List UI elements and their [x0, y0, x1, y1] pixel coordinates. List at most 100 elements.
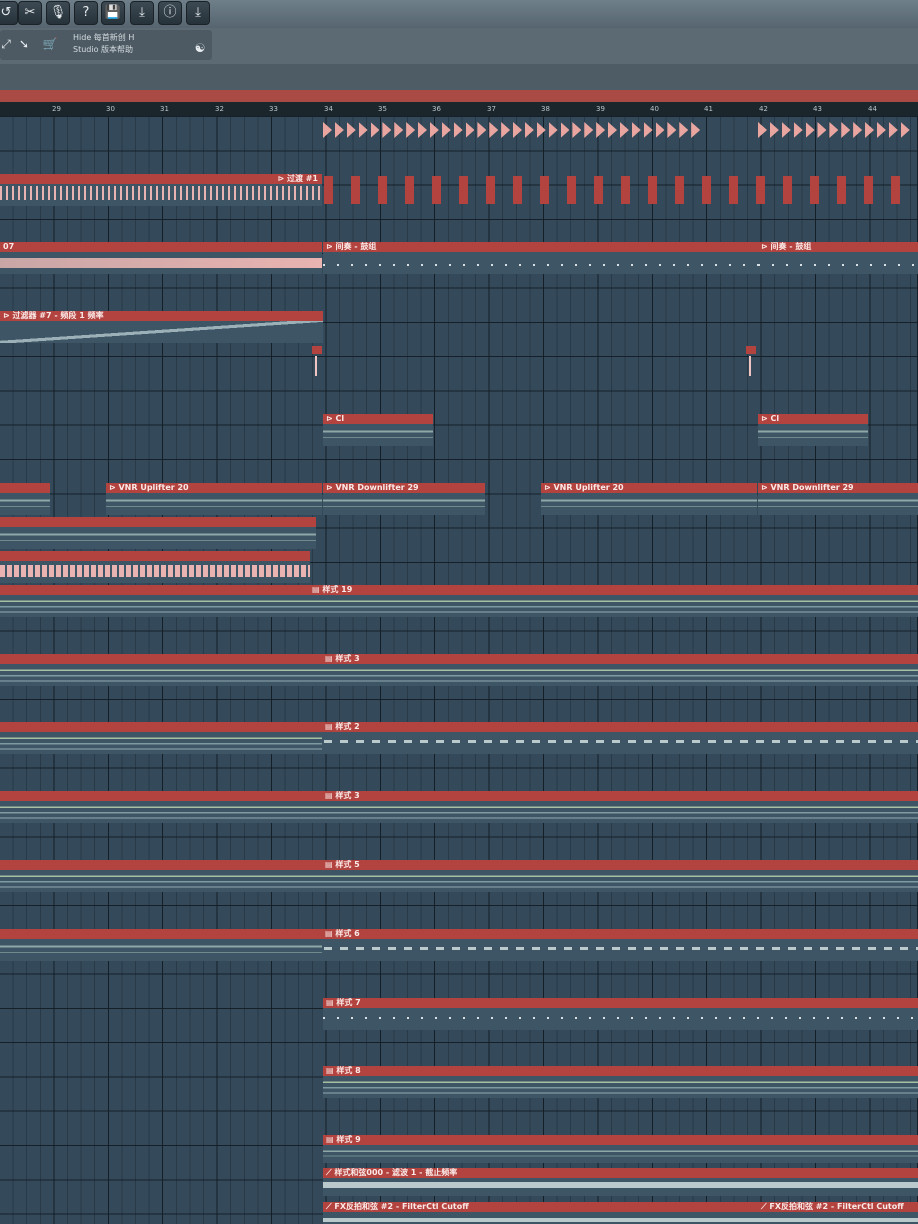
note-marker: [524, 122, 534, 138]
clip-notes: [324, 732, 918, 754]
bar-number: 30: [106, 105, 115, 113]
clip-waveform: [0, 565, 310, 577]
clip-vocal[interactable]: [0, 551, 310, 583]
clip-notes: [0, 870, 918, 892]
clip-envelope: [323, 1182, 918, 1188]
note-marker: [667, 122, 677, 138]
clip-label: ⊳ Cl: [761, 414, 780, 423]
clip-label: ▤ 样式 7: [326, 998, 361, 1007]
arrow-icon[interactable]: ➘: [14, 34, 34, 54]
clip-notes: [0, 664, 918, 686]
clip-notes: [324, 939, 918, 961]
clip-pad[interactable]: [0, 517, 316, 549]
clip-waveform: [758, 493, 918, 515]
clip-pattern-5[interactable]: ▤ 样式 5: [0, 860, 918, 892]
clip-cl[interactable]: ⊳ Cl: [758, 414, 868, 446]
clip-label: ⟋ 样式和弦000 - 滤波 1 - 截止频率: [326, 1168, 458, 1177]
note-marker: [323, 122, 332, 138]
clip-pattern-8[interactable]: ▤ 样式 8: [323, 1066, 918, 1098]
clip-label: ⊳ 过滤器 #7 - 频段 1 频率: [3, 311, 104, 320]
clip-waveform: [106, 493, 322, 515]
note-marker: [888, 122, 898, 138]
note-marker: [406, 122, 416, 138]
help-icon[interactable]: ?: [74, 1, 98, 25]
clip-automation-fx[interactable]: ⟋ FX反拍和弦 #2 - FilterCtl Cutoff: [758, 1202, 918, 1224]
clip-uplifter[interactable]: ⊳ VNR Uplifter 20: [106, 483, 322, 515]
clip-label: ⊳ VNR Uplifter 20: [109, 483, 189, 492]
clip-downlifter[interactable]: ⊳ VNR Downlifter 29: [758, 483, 918, 515]
bar-number: 34: [324, 105, 333, 113]
clip-label: ▤ 样式 9: [326, 1135, 361, 1144]
clip-downlifter[interactable]: ⊳ VNR Downlifter 29: [323, 483, 485, 515]
timeline-ruler[interactable]: 29 30 31 32 33 34 35 36 37 38 39 40 41 4…: [0, 102, 918, 116]
clip-label: ⟋ FX反拍和弦 #2 - FilterCtl Cutoff: [326, 1202, 469, 1211]
clip-automation-cutoff[interactable]: ⟋ 样式和弦000 - 滤波 1 - 截止频率: [323, 1168, 918, 1196]
toolbar-gap: [0, 64, 918, 90]
note-marker: [655, 122, 665, 138]
clip-label: ⊳ VNR Downlifter 29: [761, 483, 854, 492]
mini-clip[interactable]: [312, 346, 322, 380]
kick-markers-row[interactable]: [758, 118, 918, 140]
shop-icon[interactable]: 🛒: [40, 34, 60, 54]
clip-interlude-drums[interactable]: ⊳ 间奏 - 鼓组: [323, 242, 758, 274]
clip-pattern-19[interactable]: ▤ 样式 19: [0, 585, 918, 617]
clip-label: ▤ 样式 19: [312, 585, 353, 594]
bar-number: 42: [759, 105, 768, 113]
download-icon[interactable]: ⤓: [186, 1, 210, 25]
clip-pattern-6[interactable]: ▤ 样式 6: [0, 929, 918, 961]
clip-envelope: [758, 1218, 918, 1222]
clip-label: ⊳ 间奏 - 鼓组: [761, 242, 812, 251]
note-marker: [334, 122, 344, 138]
playlist-title-bar: [0, 90, 918, 102]
note-marker: [608, 122, 617, 138]
save-icon[interactable]: 💾: [101, 1, 125, 25]
user-icon[interactable]: ☯: [190, 38, 210, 58]
clip-pattern-2[interactable]: ▤ 样式 2: [0, 722, 918, 754]
clip-interlude-drums[interactable]: ⊳ 间奏 - 鼓组: [758, 242, 918, 274]
bar-number: 38: [541, 105, 550, 113]
mini-clip[interactable]: [746, 346, 756, 380]
clip-label: ⊳ 间奏 - 鼓组: [326, 242, 377, 251]
clip-waveform: [0, 493, 50, 515]
clip-uplifter[interactable]: ⊳ VNR Uplifter 20: [541, 483, 757, 515]
clip-label: ⟋ FX反拍和弦 #2 - FilterCtl Cutoff: [761, 1202, 904, 1211]
hint-text-line1: Hide 每首新创 H: [73, 33, 135, 42]
clip-snare-sequence[interactable]: [324, 174, 918, 206]
clip-label: ⊳ Cl: [326, 414, 345, 423]
clip-transition[interactable]: ⊳ 过渡 #1: [0, 174, 322, 206]
clip-filter-automation[interactable]: ⊳ 过滤器 #7 - 频段 1 频率: [0, 311, 323, 343]
clip-pattern-9[interactable]: ▤ 样式 9: [323, 1135, 918, 1163]
microphone-icon[interactable]: 🎙: [46, 1, 70, 25]
note-marker: [513, 122, 522, 138]
bar-number: 37: [487, 105, 496, 113]
note-marker: [489, 122, 499, 138]
note-marker: [631, 122, 641, 138]
note-marker: [358, 122, 368, 138]
cut-icon[interactable]: ✂: [18, 1, 42, 25]
clip-partial[interactable]: [0, 483, 50, 515]
note-marker: [817, 122, 827, 138]
note-marker: [643, 122, 653, 138]
clip-pattern-3b[interactable]: ▤ 样式 3: [0, 791, 918, 823]
clip-label: ▤ 样式 3: [325, 654, 360, 663]
hint-text-line2: Studio 版本帮助: [73, 45, 134, 54]
clip-label: ⊳ VNR Uplifter 20: [544, 483, 624, 492]
clip-notes: [0, 939, 322, 961]
bar-number: 44: [868, 105, 877, 113]
clip-label: ▤ 样式 5: [325, 860, 360, 869]
note-marker: [536, 122, 546, 138]
info-icon[interactable]: ⓘ: [158, 1, 182, 25]
clip-waveform: [0, 186, 322, 200]
clip-automation-fx[interactable]: ⟋ FX反拍和弦 #2 - FilterCtl Cutoff: [323, 1202, 758, 1224]
note-marker: [370, 122, 380, 138]
kick-markers-row[interactable]: [323, 118, 703, 140]
clip-07[interactable]: 07: [0, 242, 322, 274]
clip-cl[interactable]: ⊳ Cl: [323, 414, 433, 446]
export-icon[interactable]: ⤓: [130, 1, 154, 25]
note-marker: [805, 122, 815, 138]
clip-pattern-3[interactable]: ▤ 样式 3: [0, 654, 918, 686]
undo-icon[interactable]: ↺: [0, 1, 18, 25]
clip-waveform: [0, 527, 316, 549]
bar-number: 32: [215, 105, 224, 113]
clip-pattern-7[interactable]: ▤ 样式 7: [323, 998, 918, 1030]
